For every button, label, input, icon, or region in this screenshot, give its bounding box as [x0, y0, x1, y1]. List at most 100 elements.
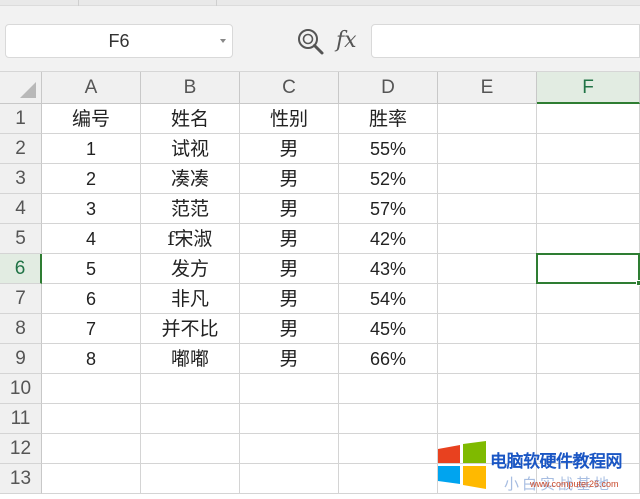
header-cell[interactable]: 性别	[240, 104, 339, 134]
empty-cell[interactable]	[438, 194, 537, 224]
empty-cell[interactable]	[438, 104, 537, 134]
table-cell[interactable]: f宋淑	[141, 224, 240, 254]
table-cell[interactable]: 发方	[141, 254, 240, 284]
empty-cell[interactable]	[339, 374, 438, 404]
row-header[interactable]: 10	[0, 374, 42, 404]
empty-cell[interactable]	[438, 164, 537, 194]
table-cell[interactable]: 6	[42, 284, 141, 314]
empty-cell[interactable]	[438, 404, 537, 434]
table-cell[interactable]: 52%	[339, 164, 438, 194]
table-cell[interactable]: 男	[240, 254, 339, 284]
empty-cell[interactable]	[537, 344, 640, 374]
table-cell[interactable]: 5	[42, 254, 141, 284]
header-cell[interactable]: 编号	[42, 104, 141, 134]
empty-cell[interactable]	[42, 464, 141, 494]
table-cell[interactable]: 男	[240, 344, 339, 374]
empty-cell[interactable]	[537, 224, 640, 254]
row-header[interactable]: 7	[0, 284, 42, 314]
empty-cell[interactable]	[438, 134, 537, 164]
row-header[interactable]: 11	[0, 404, 42, 434]
column-header[interactable]: E	[438, 72, 537, 104]
column-header[interactable]: C	[240, 72, 339, 104]
table-cell[interactable]: 54%	[339, 284, 438, 314]
empty-cell[interactable]	[537, 254, 640, 284]
row-header[interactable]: 4	[0, 194, 42, 224]
table-cell[interactable]: 并不比	[141, 314, 240, 344]
row-header[interactable]: 13	[0, 464, 42, 494]
formula-input[interactable]	[371, 24, 640, 58]
table-cell[interactable]: 男	[240, 284, 339, 314]
empty-cell[interactable]	[42, 434, 141, 464]
column-header[interactable]: D	[339, 72, 438, 104]
empty-cell[interactable]	[141, 464, 240, 494]
empty-cell[interactable]	[438, 224, 537, 254]
empty-cell[interactable]	[537, 134, 640, 164]
empty-cell[interactable]	[42, 404, 141, 434]
table-cell[interactable]: 43%	[339, 254, 438, 284]
table-cell[interactable]: 8	[42, 344, 141, 374]
empty-cell[interactable]	[438, 314, 537, 344]
chevron-down-icon[interactable]	[220, 39, 226, 43]
column-header[interactable]: F	[537, 72, 640, 104]
empty-cell[interactable]	[537, 314, 640, 344]
table-cell[interactable]: 男	[240, 164, 339, 194]
empty-cell[interactable]	[42, 374, 141, 404]
empty-cell[interactable]	[537, 374, 640, 404]
empty-cell[interactable]	[240, 464, 339, 494]
row-header[interactable]: 5	[0, 224, 42, 254]
table-cell[interactable]: 3	[42, 194, 141, 224]
empty-cell[interactable]	[438, 254, 537, 284]
empty-cell[interactable]	[537, 104, 640, 134]
row-header[interactable]: 1	[0, 104, 42, 134]
table-cell[interactable]: 7	[42, 314, 141, 344]
empty-cell[interactable]	[537, 164, 640, 194]
empty-cell[interactable]	[438, 374, 537, 404]
empty-cell[interactable]	[240, 404, 339, 434]
empty-cell[interactable]	[141, 434, 240, 464]
table-cell[interactable]: 45%	[339, 314, 438, 344]
table-cell[interactable]: 男	[240, 314, 339, 344]
table-cell[interactable]: 男	[240, 224, 339, 254]
row-header[interactable]: 8	[0, 314, 42, 344]
header-cell[interactable]: 姓名	[141, 104, 240, 134]
empty-cell[interactable]	[438, 344, 537, 374]
table-cell[interactable]: 男	[240, 194, 339, 224]
empty-cell[interactable]	[339, 434, 438, 464]
function-icon[interactable]: fx	[336, 24, 357, 58]
table-cell[interactable]: 57%	[339, 194, 438, 224]
table-cell[interactable]: 55%	[339, 134, 438, 164]
spreadsheet-grid[interactable]: A B C D E F 1 编号 姓名 性别 胜率 2 1 试视男 55% 3 2 凑凑男 52% 4 3 范范男 57% 5…	[0, 72, 640, 499]
table-cell[interactable]: 嘟嘟	[141, 344, 240, 374]
header-cell[interactable]: 胜率	[339, 104, 438, 134]
table-cell[interactable]: 42%	[339, 224, 438, 254]
table-cell[interactable]: 2	[42, 164, 141, 194]
row-header[interactable]: 12	[0, 434, 42, 464]
table-cell[interactable]: 66%	[339, 344, 438, 374]
row-header[interactable]: 6	[0, 254, 42, 284]
empty-cell[interactable]	[141, 374, 240, 404]
row-header[interactable]: 3	[0, 164, 42, 194]
table-cell[interactable]: 1	[42, 134, 141, 164]
empty-cell[interactable]	[537, 194, 640, 224]
table-cell[interactable]: 非凡	[141, 284, 240, 314]
select-all-corner[interactable]	[0, 72, 42, 104]
column-header[interactable]: B	[141, 72, 240, 104]
table-cell[interactable]: 男	[240, 134, 339, 164]
empty-cell[interactable]	[339, 404, 438, 434]
empty-cell[interactable]	[438, 284, 537, 314]
empty-cell[interactable]	[537, 404, 640, 434]
empty-cell[interactable]	[339, 464, 438, 494]
table-cell[interactable]: 范范	[141, 194, 240, 224]
table-cell[interactable]: 凑凑	[141, 164, 240, 194]
name-box[interactable]: F6	[5, 24, 233, 58]
zoom-search-icon[interactable]	[296, 27, 326, 57]
empty-cell[interactable]	[141, 404, 240, 434]
empty-cell[interactable]	[240, 374, 339, 404]
table-cell[interactable]: 试视	[141, 134, 240, 164]
row-header[interactable]: 2	[0, 134, 42, 164]
table-cell[interactable]: 4	[42, 224, 141, 254]
empty-cell[interactable]	[240, 434, 339, 464]
empty-cell[interactable]	[537, 284, 640, 314]
row-header[interactable]: 9	[0, 344, 42, 374]
column-header[interactable]: A	[42, 72, 141, 104]
